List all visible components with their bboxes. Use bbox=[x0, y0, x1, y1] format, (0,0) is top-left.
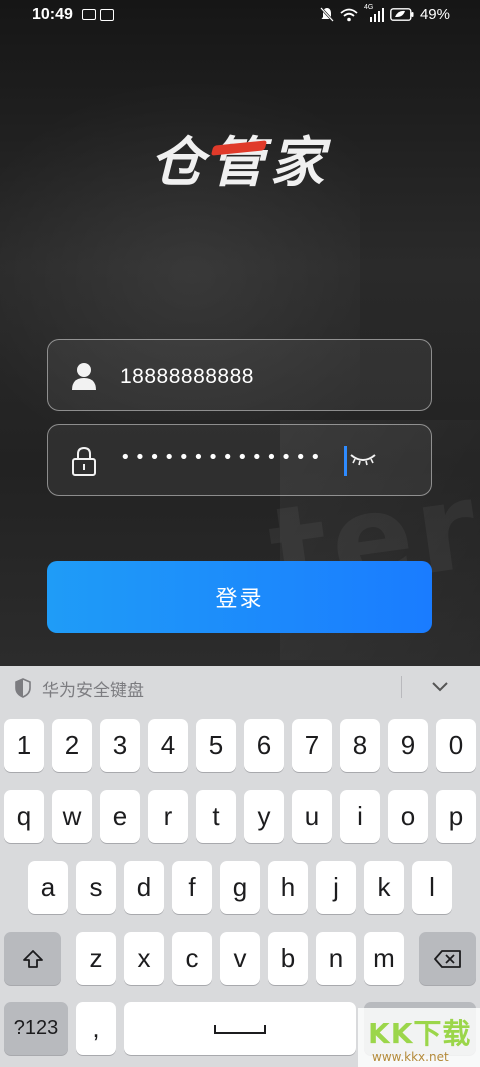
key-c[interactable]: c bbox=[172, 932, 212, 985]
eye-closed-icon[interactable] bbox=[348, 449, 378, 469]
notification-photo-icon bbox=[100, 9, 114, 21]
password-input[interactable]: •••••••••••••• bbox=[120, 447, 325, 468]
shield-icon bbox=[15, 678, 31, 698]
key-f[interactable]: f bbox=[172, 861, 212, 914]
comma-key[interactable]: , bbox=[76, 1002, 116, 1055]
logo-text: 仓管家 bbox=[150, 131, 330, 194]
key-d[interactable]: d bbox=[124, 861, 164, 914]
notification-app-icon bbox=[82, 9, 96, 20]
key-y[interactable]: y bbox=[244, 790, 284, 843]
wifi-icon bbox=[340, 8, 358, 21]
key-4[interactable]: 4 bbox=[148, 719, 188, 772]
key-l[interactable]: l bbox=[412, 861, 452, 914]
keyboard-header-divider bbox=[401, 676, 402, 698]
key-7[interactable]: 7 bbox=[292, 719, 332, 772]
signal-icon: 4G bbox=[364, 4, 384, 22]
key-3[interactable]: 3 bbox=[100, 719, 140, 772]
key-z[interactable]: z bbox=[76, 932, 116, 985]
battery-percent: 49% bbox=[419, 6, 450, 23]
keyboard-header: 华为安全键盘 bbox=[0, 666, 480, 708]
key-e[interactable]: e bbox=[100, 790, 140, 843]
key-1[interactable]: 1 bbox=[4, 719, 44, 772]
key-0[interactable]: 0 bbox=[436, 719, 476, 772]
key-p[interactable]: p bbox=[436, 790, 476, 843]
key-b[interactable]: b bbox=[268, 932, 308, 985]
key-o[interactable]: o bbox=[388, 790, 428, 843]
backspace-icon bbox=[433, 949, 461, 968]
key-g[interactable]: g bbox=[220, 861, 260, 914]
key-6[interactable]: 6 bbox=[244, 719, 284, 772]
mute-bell-icon bbox=[320, 7, 334, 22]
watermark-url: www.kkx.net bbox=[372, 1050, 449, 1064]
shift-arrow-icon bbox=[22, 949, 43, 968]
key-h[interactable]: h bbox=[268, 861, 308, 914]
key-r[interactable]: r bbox=[148, 790, 188, 843]
key-n[interactable]: n bbox=[316, 932, 356, 985]
key-q[interactable]: q bbox=[4, 790, 44, 843]
status-time: 10:49 bbox=[32, 6, 73, 23]
symbols-key[interactable]: ?123 bbox=[4, 1002, 68, 1055]
username-field[interactable]: 18888888888 bbox=[47, 339, 432, 411]
status-right-group: 4G 49% bbox=[320, 4, 450, 23]
key-s[interactable]: s bbox=[76, 861, 116, 914]
key-w[interactable]: w bbox=[52, 790, 92, 843]
user-icon bbox=[72, 363, 96, 390]
key-8[interactable]: 8 bbox=[340, 719, 380, 772]
key-9[interactable]: 9 bbox=[388, 719, 428, 772]
watermark-logo: KK下载 bbox=[368, 1017, 472, 1050]
key-m[interactable]: m bbox=[364, 932, 404, 985]
secure-keyboard: 华为安全键盘 1 2 3 4 5 6 7 8 9 0 q w e r t y u… bbox=[0, 666, 480, 1067]
network-type-label: 4G bbox=[363, 3, 374, 11]
key-x[interactable]: x bbox=[124, 932, 164, 985]
app-logo: 仓管家 bbox=[0, 118, 480, 197]
key-v[interactable]: v bbox=[220, 932, 260, 985]
key-2[interactable]: 2 bbox=[52, 719, 92, 772]
key-j[interactable]: j bbox=[316, 861, 356, 914]
key-5[interactable]: 5 bbox=[196, 719, 236, 772]
key-t[interactable]: t bbox=[196, 790, 236, 843]
login-screen: ter 10:49 4G 49% 仓管家 18888888888 •••••••… bbox=[0, 0, 480, 666]
key-i[interactable]: i bbox=[340, 790, 380, 843]
key-a[interactable]: a bbox=[28, 861, 68, 914]
backspace-key[interactable] bbox=[419, 932, 476, 985]
text-cursor bbox=[344, 446, 347, 476]
keyboard-title: 华为安全键盘 bbox=[42, 681, 144, 701]
key-u[interactable]: u bbox=[292, 790, 332, 843]
username-input[interactable]: 18888888888 bbox=[120, 365, 254, 389]
login-button[interactable]: 登录 bbox=[47, 561, 432, 633]
battery-icon bbox=[390, 8, 414, 21]
shift-key[interactable] bbox=[4, 932, 61, 985]
space-key[interactable] bbox=[124, 1002, 356, 1055]
key-k[interactable]: k bbox=[364, 861, 404, 914]
chevron-down-icon[interactable] bbox=[430, 679, 450, 693]
status-bar: 10:49 4G 49% bbox=[0, 0, 480, 32]
password-field[interactable]: •••••••••••••• bbox=[47, 424, 432, 496]
space-bar-icon bbox=[214, 1024, 266, 1034]
lock-icon bbox=[72, 446, 96, 476]
